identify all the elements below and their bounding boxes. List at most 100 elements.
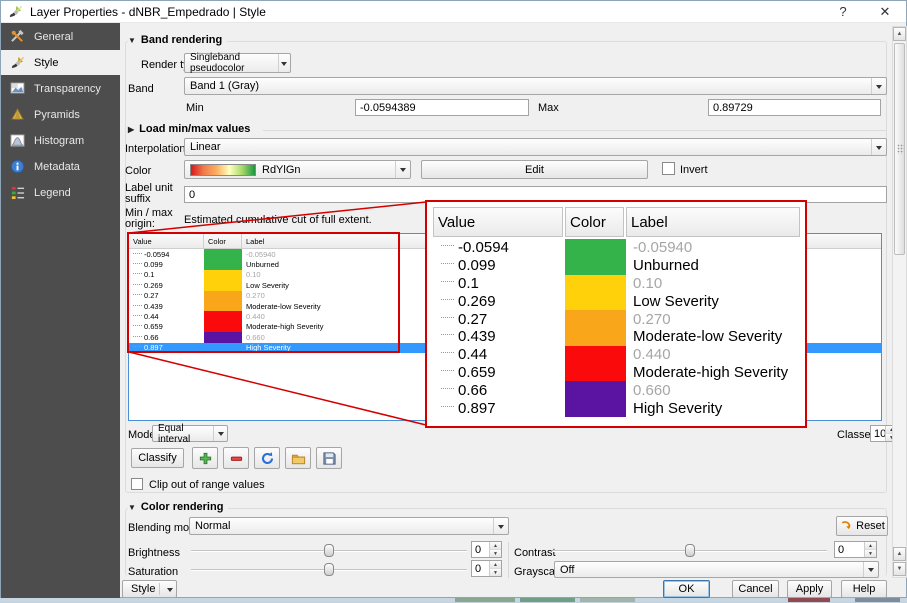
band-rendering-header[interactable]: ▼ Band rendering xyxy=(128,34,227,46)
sidebar-item-style[interactable]: Style xyxy=(1,50,120,75)
contrast-stepper[interactable]: ▲▼ xyxy=(834,541,877,558)
color-swatch xyxy=(565,399,626,417)
close-button[interactable]: ✕ xyxy=(870,1,900,23)
minus-icon xyxy=(229,451,244,466)
blending-mode-combo[interactable]: Normal xyxy=(189,517,509,535)
grayscale-combo[interactable]: Off xyxy=(554,561,879,578)
brightness-slider[interactable] xyxy=(191,544,467,557)
chevron-down-icon xyxy=(164,584,176,595)
sidebar-item-transparency[interactable]: Transparency xyxy=(1,76,120,101)
divider xyxy=(508,542,509,578)
interpolation-combo[interactable]: Linear xyxy=(184,138,887,156)
classify-button[interactable]: Classify xyxy=(131,448,184,468)
add-entry-button[interactable] xyxy=(192,447,218,469)
invert-checkbox[interactable] xyxy=(662,162,675,175)
max-input[interactable] xyxy=(708,99,881,116)
label-cell: 0.10 xyxy=(626,275,800,293)
table-row: 0.659 Moderate-high Severity xyxy=(433,364,800,382)
mode-combo[interactable]: Equal interval xyxy=(152,425,228,442)
brightness-stepper[interactable]: ▲▼ xyxy=(471,541,502,558)
sidebar-item-histogram[interactable]: Histogram xyxy=(1,128,120,153)
value-cell: -0.0594 xyxy=(433,239,565,257)
min-input[interactable] xyxy=(355,99,529,116)
plus-icon xyxy=(198,451,213,466)
tree-guide xyxy=(441,388,454,389)
tree-guide xyxy=(441,281,454,282)
stepper-arrows[interactable]: ▲▼ xyxy=(864,542,876,557)
sidebar-item-metadata[interactable]: Metadata xyxy=(1,154,120,179)
scroll-up-button[interactable]: ▲ xyxy=(893,27,906,41)
color-label: Color xyxy=(125,165,151,177)
value-cell: 0.099 xyxy=(433,257,565,275)
saturation-stepper[interactable]: ▲▼ xyxy=(471,560,502,577)
band-combo[interactable]: Band 1 (Gray) xyxy=(184,77,887,95)
stepper-arrows[interactable]: ▲▼ xyxy=(489,542,501,557)
refresh-button[interactable] xyxy=(254,447,280,469)
scroll-down-button[interactable]: ▼ xyxy=(893,562,906,576)
color-rendering-header[interactable]: ▼ Color rendering xyxy=(128,501,228,513)
table-row: 0.440.440 xyxy=(433,346,800,364)
saturation-slider[interactable] xyxy=(191,563,467,576)
scroll-up-button-bottom[interactable]: ▲ xyxy=(893,547,906,561)
slider-handle[interactable] xyxy=(685,544,695,557)
remove-entry-button[interactable] xyxy=(223,447,249,469)
color-cell xyxy=(565,275,626,293)
stepper-arrows[interactable]: ▲▼ xyxy=(489,561,501,576)
refresh-icon xyxy=(260,451,275,466)
load-colormap-button[interactable] xyxy=(285,447,311,469)
color-cell xyxy=(565,346,626,364)
contrast-label: Contrast xyxy=(514,547,556,559)
help-button[interactable]: Help xyxy=(841,580,887,598)
load-minmax-header[interactable]: ▶ Load min/max values xyxy=(128,123,255,135)
color-swatch xyxy=(565,310,626,328)
inset-table-rows: -0.0594 -0.05940 0.099 Unburned0.10.100.269… xyxy=(433,239,800,417)
sidebar-item-pyramids[interactable]: Pyramids xyxy=(1,102,120,127)
reset-button[interactable]: Reset xyxy=(836,516,888,536)
column-header-color: Color xyxy=(565,207,624,237)
value-cell: 0.897 xyxy=(433,399,565,417)
sidebar-item-label: Pyramids xyxy=(34,109,80,121)
sidebar: General Style Transparency Pyramids Histogra… xyxy=(1,23,120,598)
contrast-slider[interactable] xyxy=(553,544,827,557)
color-ramp-combo[interactable]: RdYlGn xyxy=(184,160,411,179)
label-cell: -0.05940 xyxy=(626,239,800,257)
style-menu-button[interactable]: Style xyxy=(122,580,177,598)
sidebar-item-label: Style xyxy=(34,57,58,69)
apply-button[interactable]: Apply xyxy=(787,580,832,598)
invert-label: Invert xyxy=(680,164,708,176)
window-title: Layer Properties - dNBR_Empedrado | Styl… xyxy=(30,5,266,19)
tree-guide xyxy=(441,370,454,371)
label-cell: Moderate-high Severity xyxy=(626,364,800,382)
inset-table-header: Value Color Label xyxy=(433,207,800,237)
save-icon xyxy=(322,451,337,466)
value-cell: 0.659 xyxy=(433,364,565,382)
sidebar-item-label: General xyxy=(34,31,73,43)
label-cell: Unburned xyxy=(626,257,800,275)
tree-guide xyxy=(441,334,454,335)
scrollbar-thumb[interactable] xyxy=(894,43,905,255)
table-row: 0.10.10 xyxy=(433,275,800,293)
chevron-down-icon xyxy=(395,161,410,178)
chevron-down-icon xyxy=(278,54,290,72)
ok-button[interactable]: OK xyxy=(663,580,710,598)
chevron-down-icon xyxy=(863,562,878,577)
help-titlebar-button[interactable]: ? xyxy=(828,1,858,23)
sidebar-item-general[interactable]: General xyxy=(1,24,120,49)
column-header-label: Label xyxy=(626,207,800,237)
sidebar-item-legend[interactable]: Legend xyxy=(1,180,120,205)
cancel-button[interactable]: Cancel xyxy=(732,580,779,598)
slider-handle[interactable] xyxy=(324,544,334,557)
color-cell xyxy=(565,310,626,328)
clip-checkbox[interactable] xyxy=(131,478,143,490)
color-swatch xyxy=(565,381,626,399)
save-colormap-button[interactable] xyxy=(316,447,342,469)
table-row: 0.439Moderate-low Severity xyxy=(433,328,800,346)
vertical-scrollbar[interactable]: ▲ ▲ ▼ xyxy=(892,26,907,578)
slider-handle[interactable] xyxy=(324,563,334,576)
render-type-combo[interactable]: Singleband pseudocolor xyxy=(184,53,291,73)
sidebar-item-label: Histogram xyxy=(34,135,84,147)
value-cell: 0.269 xyxy=(433,292,565,310)
divider xyxy=(263,130,887,131)
legend-icon xyxy=(6,184,28,202)
edit-button[interactable]: Edit xyxy=(421,160,648,179)
